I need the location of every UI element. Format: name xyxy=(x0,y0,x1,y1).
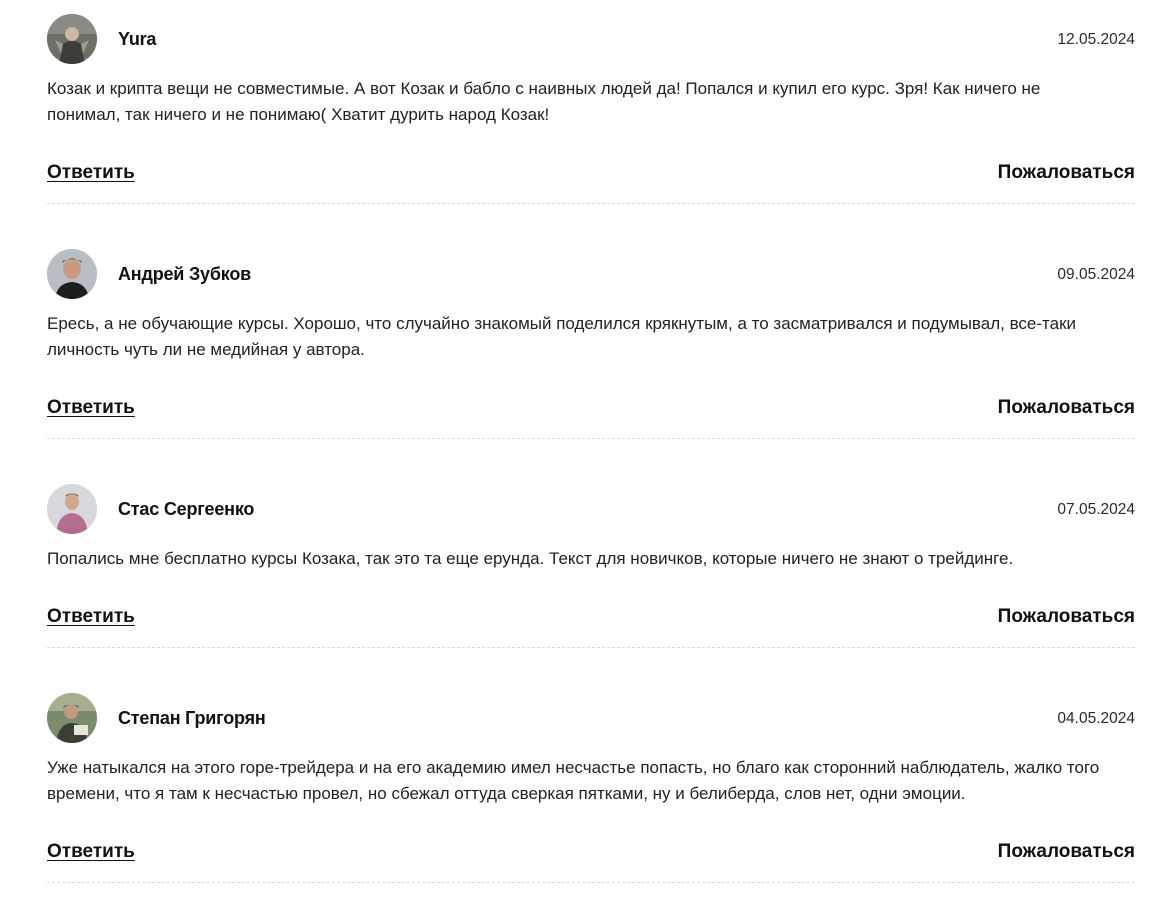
avatar xyxy=(47,484,97,534)
comment-author: Андрей Зубков xyxy=(118,263,252,284)
divider xyxy=(47,882,1135,883)
reply-link[interactable]: Ответить xyxy=(47,397,135,419)
divider xyxy=(47,203,1135,204)
comment-text: Козак и крипта вещи не совместимые. А во… xyxy=(47,79,1041,124)
report-link[interactable]: Пожаловаться xyxy=(998,397,1135,419)
comment-actions: Ответить Пожаловаться xyxy=(47,395,1135,421)
avatar xyxy=(47,249,97,299)
comment-header: Андрей Зубков 09.05.2024 xyxy=(47,249,1135,299)
comment-date: 09.05.2024 xyxy=(1057,266,1135,283)
comment-actions: Ответить Пожаловаться xyxy=(47,160,1135,186)
reply-link[interactable]: Ответить xyxy=(47,841,135,863)
comments-list: Yura 12.05.2024 Козак и крипта вещи не с… xyxy=(47,14,1135,883)
comment: Степан Григорян 04.05.2024 Уже натыкался… xyxy=(47,693,1135,883)
divider xyxy=(47,647,1135,648)
reply-link[interactable]: Ответить xyxy=(47,606,135,628)
user-photo-icon xyxy=(47,14,97,64)
comment: Стас Сергеенко 07.05.2024 Попались мне б… xyxy=(47,484,1135,648)
comment: Андрей Зубков 09.05.2024 Ересь, а не обу… xyxy=(47,249,1135,439)
comment-date: 04.05.2024 xyxy=(1057,710,1135,727)
comment-header: Yura 12.05.2024 xyxy=(47,14,1135,64)
avatar xyxy=(47,693,97,743)
comment-date: 12.05.2024 xyxy=(1057,31,1135,48)
comment-text: Уже натыкался на этого горе-трейдера и н… xyxy=(47,758,1100,803)
divider xyxy=(47,438,1135,439)
comment-header: Стас Сергеенко 07.05.2024 xyxy=(47,484,1135,534)
comment-author: Степан Григорян xyxy=(118,707,266,728)
report-link[interactable]: Пожаловаться xyxy=(998,606,1135,628)
comment-author: Yura xyxy=(118,28,157,49)
comment-text: Ересь, а не обучающие курсы. Хорошо, что… xyxy=(47,314,1077,359)
comment-author: Стас Сергеенко xyxy=(118,498,255,519)
comment-actions: Ответить Пожаловаться xyxy=(47,604,1135,630)
avatar xyxy=(47,14,97,64)
report-link[interactable]: Пожаловаться xyxy=(998,841,1135,863)
user-photo-icon xyxy=(47,484,97,534)
comment-actions: Ответить Пожаловаться xyxy=(47,839,1135,865)
comment-date: 07.05.2024 xyxy=(1057,501,1135,518)
reply-link[interactable]: Ответить xyxy=(47,162,135,184)
user-photo-icon xyxy=(47,693,97,743)
report-link[interactable]: Пожаловаться xyxy=(998,162,1135,184)
comment-text: Попались мне бесплатно курсы Козака, так… xyxy=(47,549,1014,568)
comment: Yura 12.05.2024 Козак и крипта вещи не с… xyxy=(47,14,1135,204)
user-photo-icon xyxy=(47,249,97,299)
comment-header: Степан Григорян 04.05.2024 xyxy=(47,693,1135,743)
